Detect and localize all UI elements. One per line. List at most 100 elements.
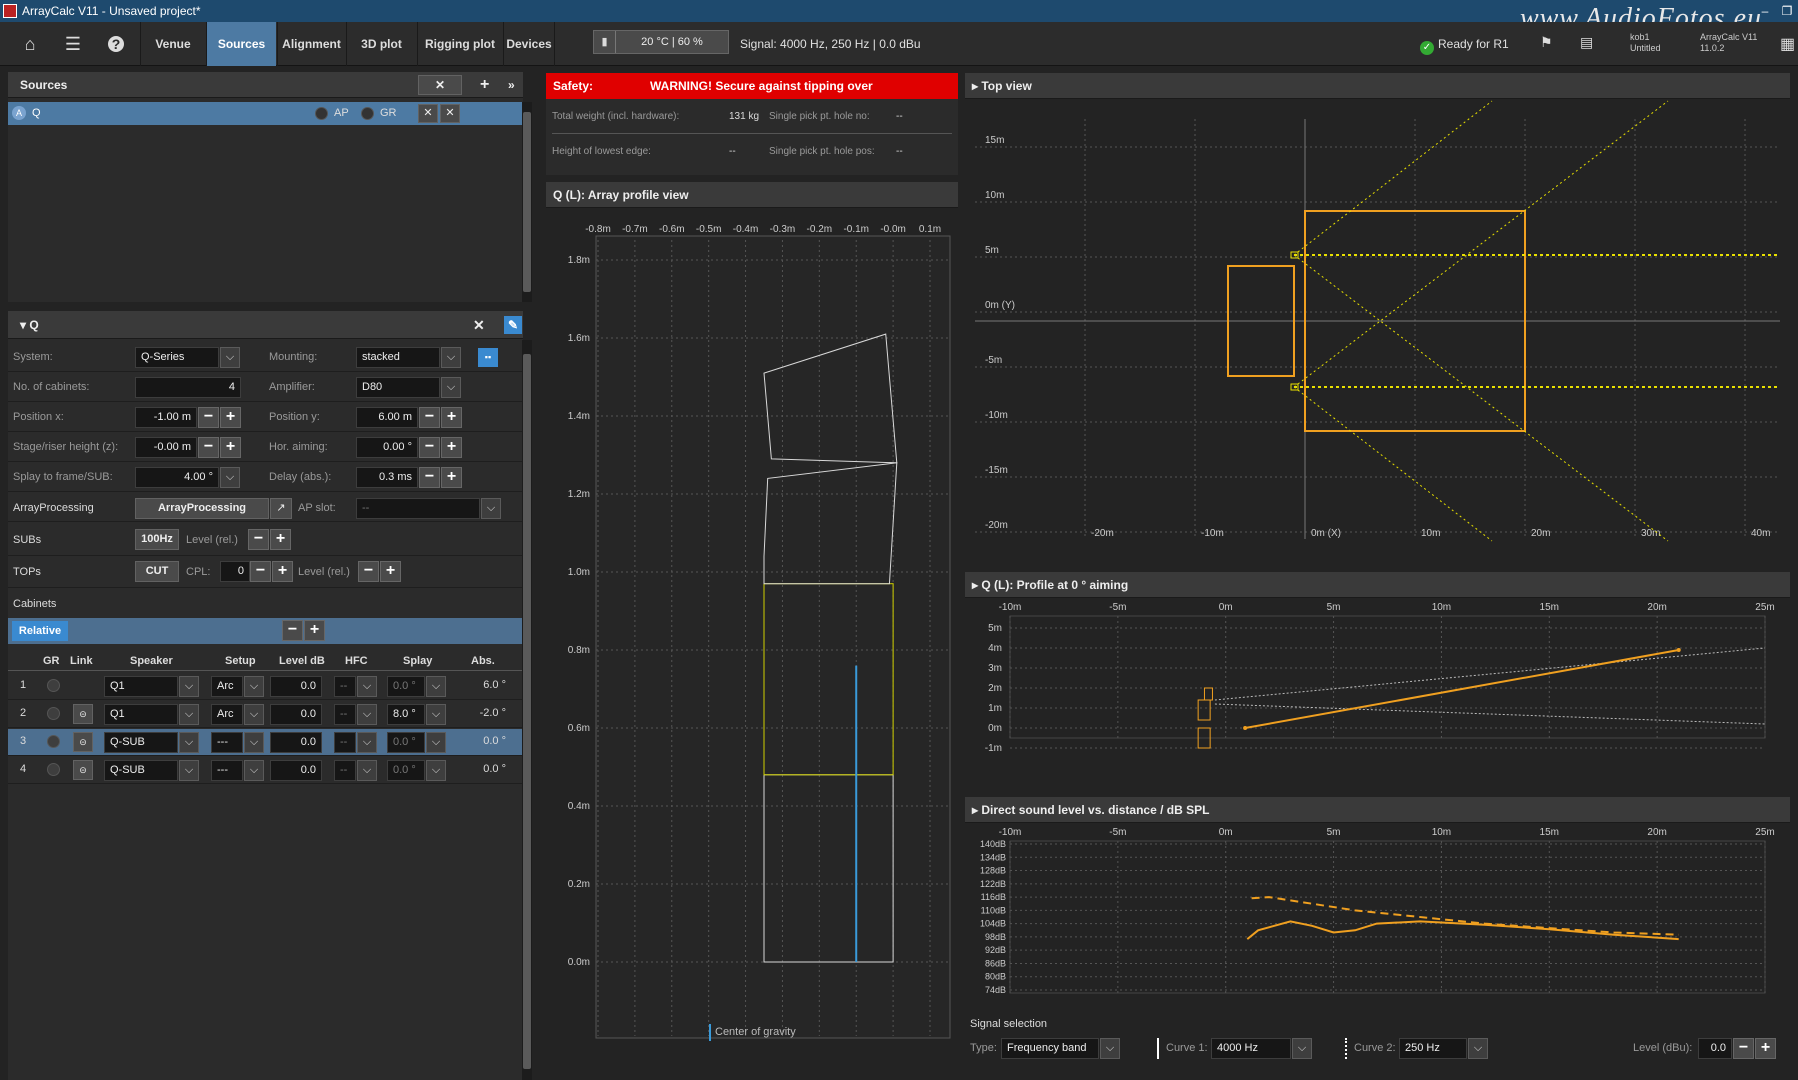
sources-scrollbar[interactable] (522, 102, 532, 302)
chevron-down-icon[interactable]: ⌵ (441, 377, 461, 398)
stage-height-input[interactable]: -0.00 m (135, 437, 197, 458)
flag-icon[interactable]: ⚑ (1540, 34, 1553, 51)
splay-select[interactable]: 0.0 ° (387, 732, 425, 753)
grid-icon[interactable]: ▦ (1780, 34, 1795, 54)
splay-select[interactable]: 8.0 ° (387, 704, 425, 725)
delay-input[interactable]: 0.3 ms (356, 467, 418, 488)
chevron-down-icon[interactable]: ⌵ (426, 704, 446, 725)
mute-icon[interactable]: ✕ (418, 104, 438, 123)
minimize-icon[interactable]: – (1754, 0, 1776, 22)
chevron-down-icon[interactable]: ⌵ (481, 498, 501, 519)
position-x-minus-button[interactable]: − (198, 407, 219, 428)
tab-devices[interactable]: Devices (503, 22, 555, 66)
cabinet-row[interactable]: 1 Q1 ⌵ Arc ⌵ 0.0 -- ⌵ 0.0 ° ⌵ 6.0 ° (8, 673, 523, 700)
curve2-select[interactable]: 250 Hz (1399, 1038, 1467, 1059)
speaker-select[interactable]: Q1 (104, 704, 178, 725)
chevron-down-icon[interactable]: ⌵ (179, 676, 199, 697)
tab-venue[interactable]: Venue (140, 22, 205, 66)
cabinet-row[interactable]: 2 ⊝ Q1 ⌵ Arc ⌵ 0.0 -- ⌵ 8.0 ° ⌵ -2.0 ° (8, 701, 523, 728)
tops-cut-button[interactable]: CUT (135, 561, 179, 582)
hor-minus-button[interactable]: − (419, 437, 440, 458)
tops-level-minus-button[interactable]: − (358, 561, 379, 582)
splay-select[interactable]: 4.00 ° (135, 467, 219, 488)
chevron-down-icon[interactable]: ⌵ (1468, 1038, 1488, 1059)
edit-icon[interactable]: ✎ (504, 316, 522, 334)
cabinets-input[interactable]: 4 (135, 377, 241, 398)
temperature-button[interactable]: ▮ 20 °C | 60 % (593, 30, 729, 54)
chevron-down-icon[interactable]: ⌵ (179, 704, 199, 725)
hor-aiming-input[interactable]: 0.00 ° (356, 437, 418, 458)
tab-alignment[interactable]: Alignment (277, 22, 345, 66)
hfc-select[interactable]: -- (334, 676, 356, 697)
cabinet-add-button[interactable]: + (304, 620, 325, 641)
tab-3d-plot[interactable]: 3D plot (346, 22, 416, 66)
chevron-down-icon[interactable]: ⌵ (244, 704, 264, 725)
mounting-icon[interactable]: ▪▪ (478, 348, 498, 367)
cpl-minus-button[interactable]: − (250, 561, 271, 582)
chevron-down-icon[interactable]: ⌵ (357, 704, 377, 725)
level-input[interactable]: 0.0 (270, 732, 322, 753)
position-y-plus-button[interactable]: + (441, 407, 462, 428)
chevron-down-icon[interactable]: ⌵ (179, 732, 199, 753)
chevron-down-icon[interactable]: ⌵ (244, 732, 264, 753)
speaker-select[interactable]: Q-SUB (104, 760, 178, 781)
tab-sources[interactable]: Sources (206, 22, 276, 66)
stage-plus-button[interactable]: + (220, 437, 241, 458)
cpl-input[interactable]: 0 (220, 561, 250, 582)
chevron-down-icon[interactable]: ⌵ (357, 732, 377, 753)
gr-radio[interactable] (47, 735, 60, 748)
chevron-down-icon[interactable]: ⌵ (220, 467, 240, 488)
stage-minus-button[interactable]: − (198, 437, 219, 458)
setup-select[interactable]: Arc (211, 676, 243, 697)
subs-level-minus-button[interactable]: − (248, 529, 269, 550)
cabinet-row[interactable]: 4 ⊝ Q-SUB ⌵ --- ⌵ 0.0 -- ⌵ 0.0 ° ⌵ 0.0 ° (8, 757, 523, 784)
gr-radio[interactable] (47, 707, 60, 720)
close-icon[interactable]: ✕ (473, 311, 485, 339)
relative-button[interactable]: Relative (12, 621, 68, 641)
chevron-down-icon[interactable]: ⌵ (220, 347, 240, 368)
device-icon[interactable]: ▤ (1580, 34, 1593, 51)
help-icon[interactable]: ? (98, 22, 134, 66)
chevron-down-icon[interactable]: ⌵ (244, 760, 264, 781)
hfc-select[interactable]: -- (334, 704, 356, 725)
level-input[interactable]: 0.0 (270, 760, 322, 781)
tab-rigging-plot[interactable]: Rigging plot (417, 22, 502, 66)
mounting-select[interactable]: stacked (356, 347, 440, 368)
chevron-down-icon[interactable]: ⌵ (1292, 1038, 1312, 1059)
source-item-q[interactable]: A Q AP GR ✕ ✕ (8, 102, 523, 125)
aiming-profile-plot[interactable]: -10m -5m 0m 5m 10m 15m 20m 25m 5m 4m 3m 2m 1m 0m -1m (965, 598, 1790, 790)
restore-icon[interactable]: ❐ (1776, 0, 1798, 22)
link-icon[interactable]: ⊝ (73, 704, 93, 724)
chevron-down-icon[interactable]: ⌵ (244, 676, 264, 697)
link-icon[interactable]: ⊝ (73, 732, 93, 752)
subs-100hz-button[interactable]: 100Hz (135, 529, 179, 550)
mute-all-button[interactable]: ✕ (418, 75, 462, 95)
solo-icon[interactable]: ✕ (440, 104, 460, 123)
speaker-select[interactable]: Q1 (104, 676, 178, 697)
setup-select[interactable]: Arc (211, 704, 243, 725)
subs-level-plus-button[interactable]: + (270, 529, 291, 550)
add-source-button[interactable]: + (480, 72, 489, 98)
system-select[interactable]: Q-Series (135, 347, 219, 368)
arrayprocessing-button[interactable]: ArrayProcessing (135, 498, 269, 519)
ap-slot-select[interactable]: -- (356, 498, 480, 519)
top-view-plot[interactable]: 15m 10m 5m 0m (Y) -5m -10m -15m -20m -20m -10m 0m … (965, 99, 1790, 563)
chevron-down-icon[interactable]: ⌵ (357, 760, 377, 781)
delay-minus-button[interactable]: − (419, 467, 440, 488)
delay-plus-button[interactable]: + (441, 467, 462, 488)
chevron-down-icon[interactable]: ⌵ (426, 732, 446, 753)
q-panel-scrollbar[interactable] (522, 340, 532, 1080)
home-icon[interactable]: ⌂ (12, 22, 48, 66)
hor-plus-button[interactable]: + (441, 437, 462, 458)
signal-type-select[interactable]: Frequency band (1001, 1038, 1099, 1059)
splay-select[interactable]: 0.0 ° (387, 676, 425, 697)
cabinet-row[interactable]: 3 ⊝ Q-SUB ⌵ --- ⌵ 0.0 -- ⌵ 0.0 ° ⌵ 0.0 ° (8, 729, 523, 756)
position-y-minus-button[interactable]: − (419, 407, 440, 428)
hfc-select[interactable]: -- (334, 760, 356, 781)
position-x-input[interactable]: -1.00 m (135, 407, 197, 428)
link-icon[interactable]: ⊝ (73, 760, 93, 780)
speaker-select[interactable]: Q-SUB (104, 732, 178, 753)
position-x-plus-button[interactable]: + (220, 407, 241, 428)
level-plus-button[interactable]: + (1755, 1038, 1776, 1059)
chevron-down-icon[interactable]: ⌵ (441, 347, 461, 368)
